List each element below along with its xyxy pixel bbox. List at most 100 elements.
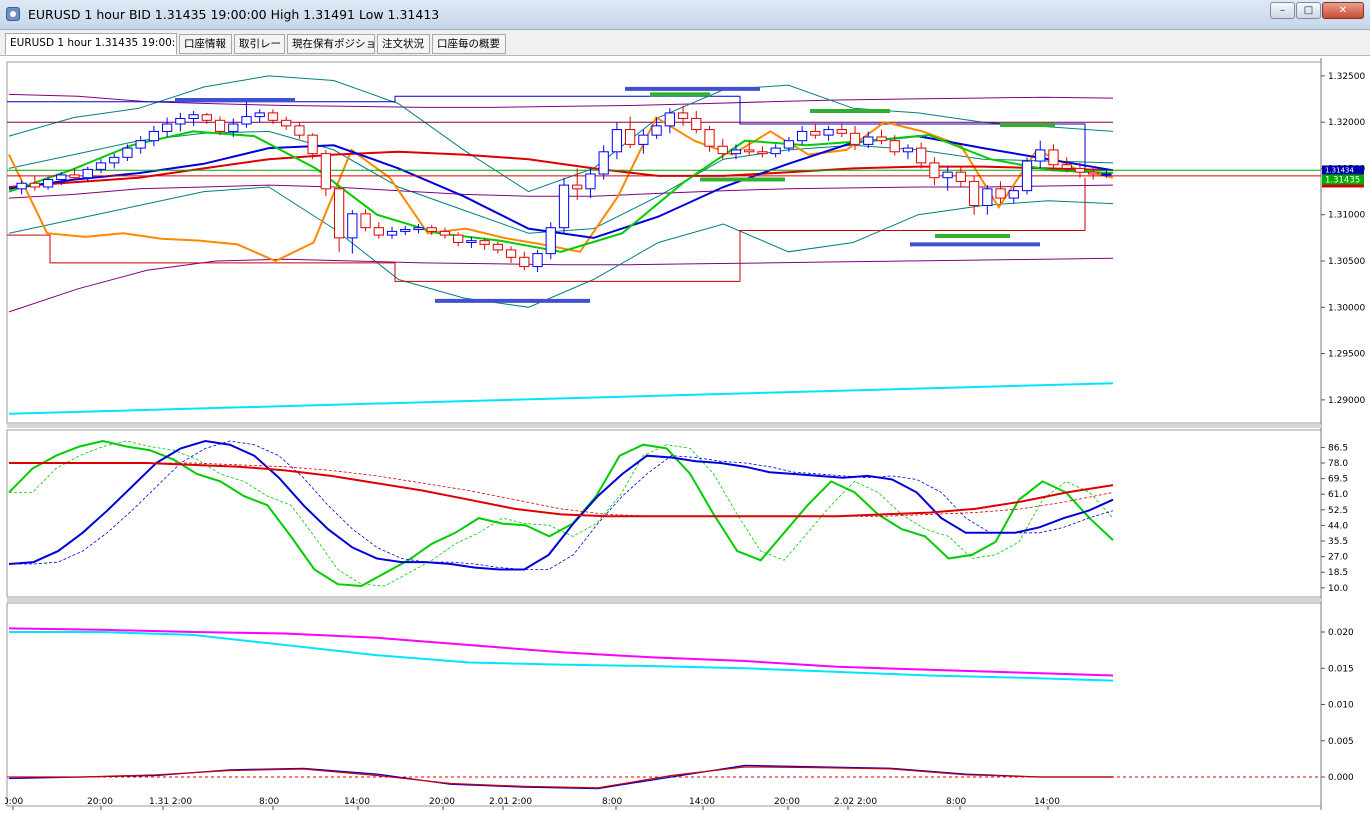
candle (95, 159, 107, 174)
panel-separator-1 (7, 424, 1321, 428)
tab-trade-rates[interactable]: 取引レート (234, 34, 285, 54)
candle-body (532, 253, 543, 268)
candle-body (426, 227, 437, 232)
candle (1088, 166, 1099, 180)
lower-tick-label: 0.015 (1328, 664, 1354, 674)
candle-body (1061, 164, 1072, 169)
tab-open-positions[interactable]: 現在保有ポジション (287, 34, 375, 54)
price-tick-label: 1.32000 (1328, 118, 1365, 128)
time-tick-label: 20:00 (429, 797, 455, 807)
tab-order-status[interactable]: 注文状況 (377, 34, 430, 54)
candle-body (201, 114, 212, 121)
candle (439, 227, 451, 239)
candle (1035, 140, 1046, 169)
candle (135, 136, 146, 154)
candle (281, 116, 292, 130)
candle-body (796, 130, 808, 142)
tab-strip: EURUSD 1 hour 1.31435 19:00:00 口座情報 取引レー… (0, 30, 1370, 56)
minimize-button[interactable]: – (1270, 2, 1295, 19)
candle-body (267, 112, 279, 121)
candle-body (664, 112, 675, 127)
candle (916, 142, 927, 169)
candle-body (611, 129, 623, 153)
candle-body (942, 171, 953, 179)
candle (254, 109, 265, 123)
candle (109, 153, 120, 169)
lower-tick-label: 0.000 (1328, 773, 1354, 783)
price-tick-label: 1.30500 (1328, 257, 1365, 267)
candle (717, 138, 728, 160)
candle (386, 226, 398, 239)
time-tick-label: 8:00 (259, 797, 279, 807)
candle-body (982, 188, 993, 206)
candle-body (757, 151, 768, 155)
candle-body (625, 129, 636, 145)
candle-body (360, 213, 371, 229)
candle-body (492, 243, 503, 251)
candle (836, 124, 847, 137)
candle (598, 145, 609, 180)
candle-body (386, 230, 398, 236)
candle-body (228, 123, 239, 132)
candle-body (453, 234, 464, 244)
candle (863, 131, 874, 149)
candle-body (214, 119, 226, 132)
lower-cyan-line (9, 631, 1114, 682)
time-tick-label: 1.31 2:00 (149, 797, 192, 807)
candle-body (333, 188, 345, 239)
chart-canvas[interactable]: 1.325001.320001.315001.310001.305001.300… (3, 58, 1365, 810)
candle (148, 125, 160, 147)
candle-body (783, 140, 795, 149)
tab-account-summary[interactable]: 口座毎の概要 (432, 34, 506, 54)
time-tick-label: 20:00 (774, 797, 800, 807)
candle-body (373, 227, 384, 236)
candle (545, 222, 556, 260)
candle-body (1074, 167, 1086, 173)
candle-body (109, 156, 120, 164)
candle-body (82, 168, 93, 179)
price-tick-label: 1.30000 (1328, 303, 1365, 313)
close-button[interactable]: ✕ (1322, 2, 1364, 19)
oscillator-red-line (9, 462, 1114, 518)
candle-body (677, 112, 689, 119)
candle (902, 144, 914, 160)
candle (982, 185, 993, 215)
chart-frame[interactable]: 1.325001.320001.315001.310001.305001.300… (3, 58, 1365, 810)
candle (796, 125, 808, 145)
candle-body (770, 147, 781, 155)
oscillator-tick-label: 10.0 (1328, 584, 1348, 594)
candle (347, 210, 358, 254)
candle-body (823, 129, 834, 136)
candle-body (95, 162, 107, 170)
candle-body (413, 227, 424, 231)
candle-body (836, 129, 847, 134)
oscillator-tick-label: 18.5 (1328, 568, 1348, 578)
candle-body (56, 174, 67, 181)
time-tick-label: 2.02 2:00 (834, 797, 877, 807)
tab-chart-eurusd[interactable]: EURUSD 1 hour 1.31435 19:00:00 (5, 33, 177, 55)
time-tick-label: 14:00 (344, 797, 370, 807)
candle-body (307, 134, 318, 155)
candle-body (995, 188, 1006, 199)
oscillator-tick-label: 86.5 (1328, 443, 1348, 453)
candle-body (545, 227, 556, 255)
candle-body (439, 230, 451, 236)
price-axis: 1.325001.320001.315001.310001.305001.300… (1321, 72, 1365, 783)
candle-body (849, 132, 861, 145)
oscillator-tick-label: 35.5 (1328, 537, 1348, 547)
candle (188, 111, 199, 126)
candle-body (876, 136, 887, 142)
window-controls: – □ ✕ (1270, 2, 1364, 19)
candle-body (175, 117, 186, 125)
lower-indicator-lines (7, 627, 1321, 790)
candle (466, 236, 477, 249)
candle-body (519, 256, 530, 268)
tab-account-info[interactable]: 口座情報 (179, 34, 232, 54)
maximize-button[interactable]: □ (1296, 2, 1321, 19)
panel-separator-2 (7, 598, 1321, 602)
candle-body (16, 182, 27, 190)
candle (558, 177, 570, 234)
candle-body (294, 125, 305, 136)
current-price-small-label: 1.31434 (1325, 166, 1354, 174)
candle-body (651, 125, 662, 136)
